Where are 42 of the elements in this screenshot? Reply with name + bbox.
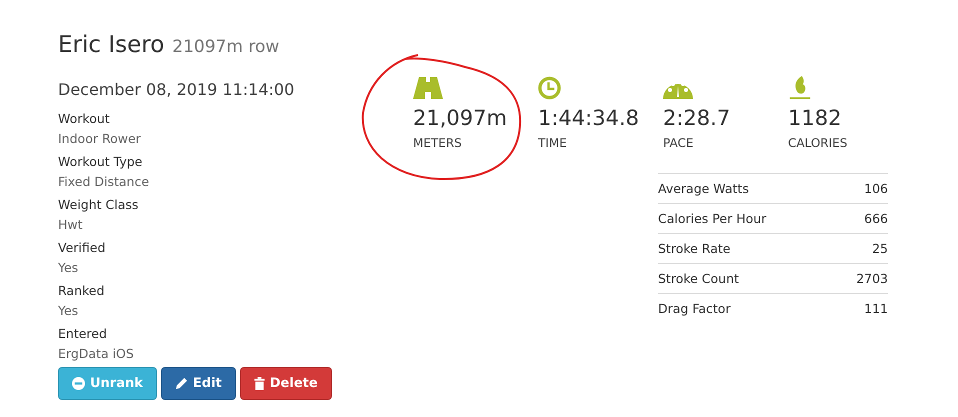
metric-label: Average Watts xyxy=(658,181,749,196)
pencil-icon xyxy=(174,377,188,390)
detail-value: Fixed Distance xyxy=(58,173,150,191)
stat-value: 1182 xyxy=(788,106,842,130)
stat-label: METERS xyxy=(413,136,462,150)
trash-icon xyxy=(254,377,265,390)
detail-label: Workout xyxy=(58,110,111,128)
detail-label: Workout Type xyxy=(58,153,144,171)
detail-label: Weight Class xyxy=(58,196,140,214)
minus-circle-icon xyxy=(72,377,85,390)
stat-value: 1:44:34.8 xyxy=(538,106,639,130)
metric-value: 111 xyxy=(864,301,888,316)
athlete-name: Eric Isero xyxy=(58,32,164,58)
metric-label: Stroke Count xyxy=(658,271,739,286)
detail-value: Yes xyxy=(58,302,80,320)
detail-label: Entered xyxy=(58,325,108,343)
delete-button[interactable]: Delete xyxy=(240,367,332,400)
stat-label: CALORIES xyxy=(788,136,848,150)
metric-label: Stroke Rate xyxy=(658,241,730,256)
metric-value: 106 xyxy=(864,181,888,196)
metric-label: Drag Factor xyxy=(658,301,731,316)
workout-subtitle: 21097m row xyxy=(172,37,280,57)
workout-date: December 08, 2019 11:14:00 xyxy=(58,80,296,99)
detail-label: Ranked xyxy=(58,282,106,300)
clock-icon xyxy=(538,76,561,100)
stat-label: PACE xyxy=(663,136,694,150)
edit-button[interactable]: Edit xyxy=(160,367,236,400)
metric-value: 25 xyxy=(872,241,888,256)
metric-label: Calories Per Hour xyxy=(658,211,766,226)
detail-value: Yes xyxy=(58,259,80,277)
detail-label: Verified xyxy=(58,239,106,257)
stat-value: 21,097m xyxy=(413,106,507,130)
flame-icon xyxy=(788,76,812,100)
stat-label: TIME xyxy=(538,136,567,150)
road-icon xyxy=(413,76,443,100)
detail-value: Indoor Rower xyxy=(58,130,142,148)
stat-value: 2:28.7 xyxy=(663,106,730,130)
detail-value: ErgData iOS xyxy=(58,345,135,363)
unrank-button[interactable]: Unrank xyxy=(58,367,157,400)
metric-value: 666 xyxy=(864,211,888,226)
metric-value: 2703 xyxy=(856,271,888,286)
detail-value: Hwt xyxy=(58,216,84,234)
